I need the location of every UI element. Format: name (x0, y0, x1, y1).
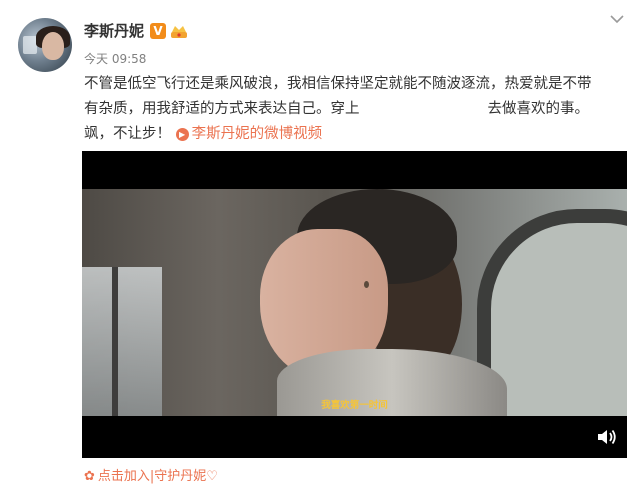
post-content: 不管是低空飞行还是乘风破浪，我相信保持坚定就能不随波逐流，热爱就是不带 有杂质，… (84, 72, 624, 147)
more-chevron-icon[interactable] (608, 12, 626, 26)
flower-icon: ✿ (84, 469, 95, 484)
content-segment: 有杂质，用我舒适的方式来表达自己。穿上 (84, 101, 360, 117)
video-link[interactable]: ▶ 李斯丹妮的微博视频 (175, 126, 323, 142)
video-player[interactable]: 我喜欢第一时间 (82, 151, 627, 458)
post-timestamp[interactable]: 今天 09:58 (84, 50, 146, 67)
video-frame (82, 189, 627, 416)
content-line: 不管是低空飞行还是乘风破浪，我相信保持坚定就能不随波逐流，热爱就是不带 (84, 76, 592, 92)
video-play-icon: ▶ (175, 128, 189, 141)
content-line: 有杂质，用我舒适的方式来表达自己。穿上 去做喜欢的事。 (84, 97, 624, 122)
super-topic-join-link[interactable]: ✿ 点击加入|守护丹妮♡ (84, 465, 218, 484)
crown-icon (171, 26, 187, 38)
content-segment: 去做喜欢的事。 (487, 101, 590, 117)
avatar-face (42, 32, 64, 60)
avatar[interactable] (18, 18, 72, 72)
content-segment: 飒，不让步！ (84, 126, 171, 142)
username[interactable]: 李斯丹妮 (84, 20, 144, 41)
video-link-label: 李斯丹妮的微博视频 (191, 126, 323, 142)
footer-label: 点击加入|守护丹妮♡ (97, 469, 218, 484)
video-scene-earring (364, 281, 369, 288)
window-bar (112, 267, 118, 416)
content-line: 飒，不让步！ ▶ 李斯丹妮的微博视频 (84, 122, 624, 147)
video-subtitle: 我喜欢第一时间 (321, 400, 388, 411)
volume-icon[interactable] (596, 428, 618, 446)
video-scene-window (82, 267, 162, 416)
avatar-background-screen (23, 36, 37, 54)
verified-icon: V (150, 23, 166, 39)
